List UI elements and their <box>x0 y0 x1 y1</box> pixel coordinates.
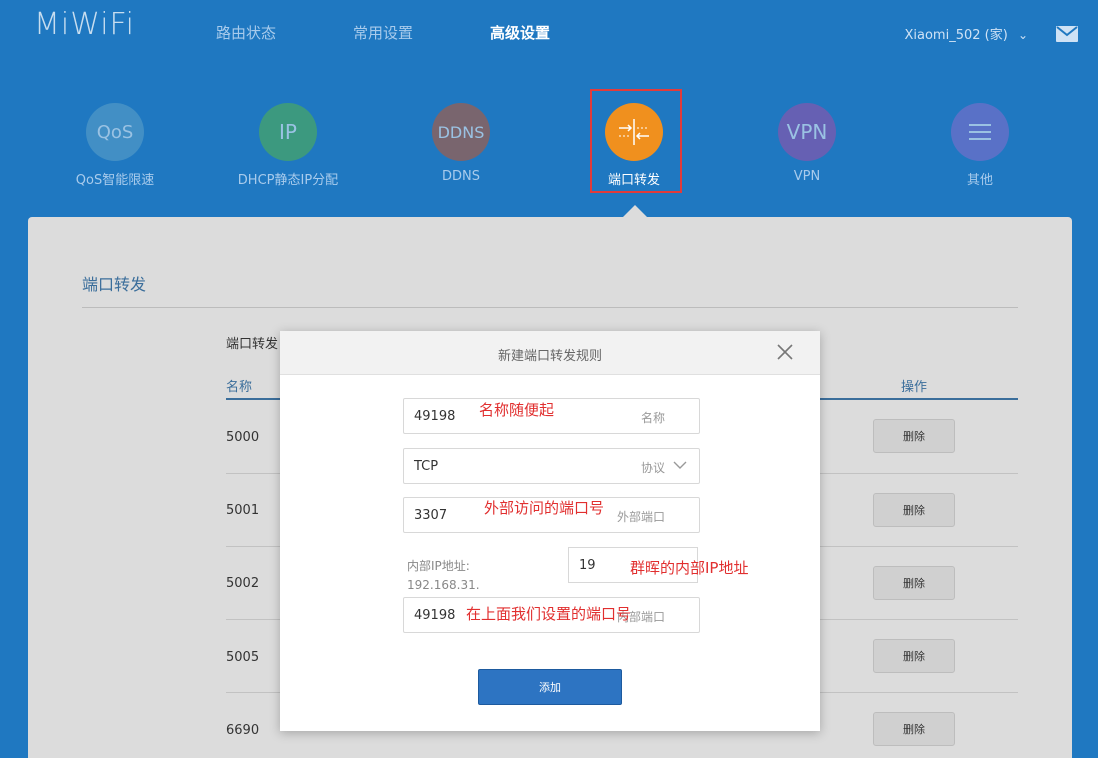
user-menu[interactable]: Xiaomi_502 (家) ⌄ <box>904 24 1028 43</box>
add-button[interactable]: 添加 <box>478 669 622 705</box>
feature-vpn[interactable]: VPN VPN <box>732 103 882 184</box>
ip-icon: IP <box>259 103 317 161</box>
dialog-title: 新建端口转发规则 <box>497 349 602 364</box>
external-port-value: 3307 <box>414 508 448 523</box>
delete-button[interactable]: 删除 <box>873 712 955 746</box>
table-row-name: 5000 <box>226 430 260 445</box>
table-row-name: 5005 <box>226 650 260 665</box>
chevron-down-icon: ⌄ <box>1017 28 1028 42</box>
qos-icon: QoS <box>86 103 144 161</box>
nav-router-status[interactable]: 路由状态 <box>216 22 276 43</box>
annotation-internal-ip: 群晖的内部IP地址 <box>630 559 749 577</box>
column-header-action: 操作 <box>901 380 928 395</box>
vpn-icon: VPN <box>778 103 836 161</box>
close-icon[interactable] <box>776 343 794 361</box>
table-row-name: 5001 <box>226 503 260 518</box>
user-name: Xiaomi_502 (家) <box>904 28 1008 43</box>
protocol-value: TCP <box>414 459 439 474</box>
dialog-header: 新建端口转发规则 <box>280 331 820 375</box>
feature-ddns[interactable]: DDNS DDNS <box>386 103 536 184</box>
feature-dhcp[interactable]: IP DHCP静态IP分配 <box>213 103 363 188</box>
feature-label: DDNS <box>442 169 480 184</box>
delete-button[interactable]: 删除 <box>873 493 955 527</box>
mail-icon[interactable] <box>1056 26 1078 42</box>
feature-label: DHCP静态IP分配 <box>237 173 339 188</box>
table-row-name: 6690 <box>226 723 260 738</box>
divider <box>82 307 1018 308</box>
name-placeholder: 名称 <box>640 411 665 425</box>
ddns-icon: DDNS <box>432 103 490 161</box>
annotation-internal-port: 在上面我们设置的端口号 <box>466 605 632 623</box>
column-header-name: 名称 <box>226 380 253 395</box>
feature-other[interactable]: 其他 <box>905 103 1055 188</box>
annotation-external-port: 外部访问的端口号 <box>484 499 605 517</box>
external-port-placeholder: 外部端口 <box>616 510 665 524</box>
list-title: 端口转发 <box>226 337 279 352</box>
protocol-select[interactable]: TCP 协议 <box>403 448 700 484</box>
internal-ip-label: 内部IP地址: <box>407 559 470 573</box>
table-row-name: 5002 <box>226 576 260 591</box>
nav-advanced-settings[interactable]: 高级设置 <box>490 22 550 43</box>
feature-qos[interactable]: QoS QoS智能限速 <box>40 103 190 188</box>
miwifi-logo: MiWiFi <box>34 7 135 42</box>
active-pointer <box>623 205 647 217</box>
feature-label: 其他 <box>966 173 993 188</box>
protocol-placeholder: 协议 <box>640 461 665 475</box>
delete-button[interactable]: 删除 <box>873 566 955 600</box>
new-port-forward-dialog: 新建端口转发规则 49198 名称 TCP 协议 3307 外部端口 内部IP地… <box>280 331 820 731</box>
delete-button[interactable]: 删除 <box>873 419 955 453</box>
name-value: 49198 <box>414 409 456 424</box>
annotation-name: 名称随便起 <box>479 401 555 419</box>
menu-icon <box>951 103 1009 161</box>
internal-port-value: 49198 <box>414 608 456 623</box>
chevron-down-icon <box>673 461 687 469</box>
nav-common-settings[interactable]: 常用设置 <box>353 22 413 43</box>
internal-ip-value: 19 <box>579 558 596 573</box>
highlight-annotation-box <box>590 89 682 193</box>
delete-button[interactable]: 删除 <box>873 639 955 673</box>
section-title: 端口转发 <box>82 275 147 294</box>
feature-label: VPN <box>793 169 821 184</box>
internal-ip-prefix: 192.168.31. <box>407 578 480 592</box>
feature-label: QoS智能限速 <box>75 173 155 188</box>
